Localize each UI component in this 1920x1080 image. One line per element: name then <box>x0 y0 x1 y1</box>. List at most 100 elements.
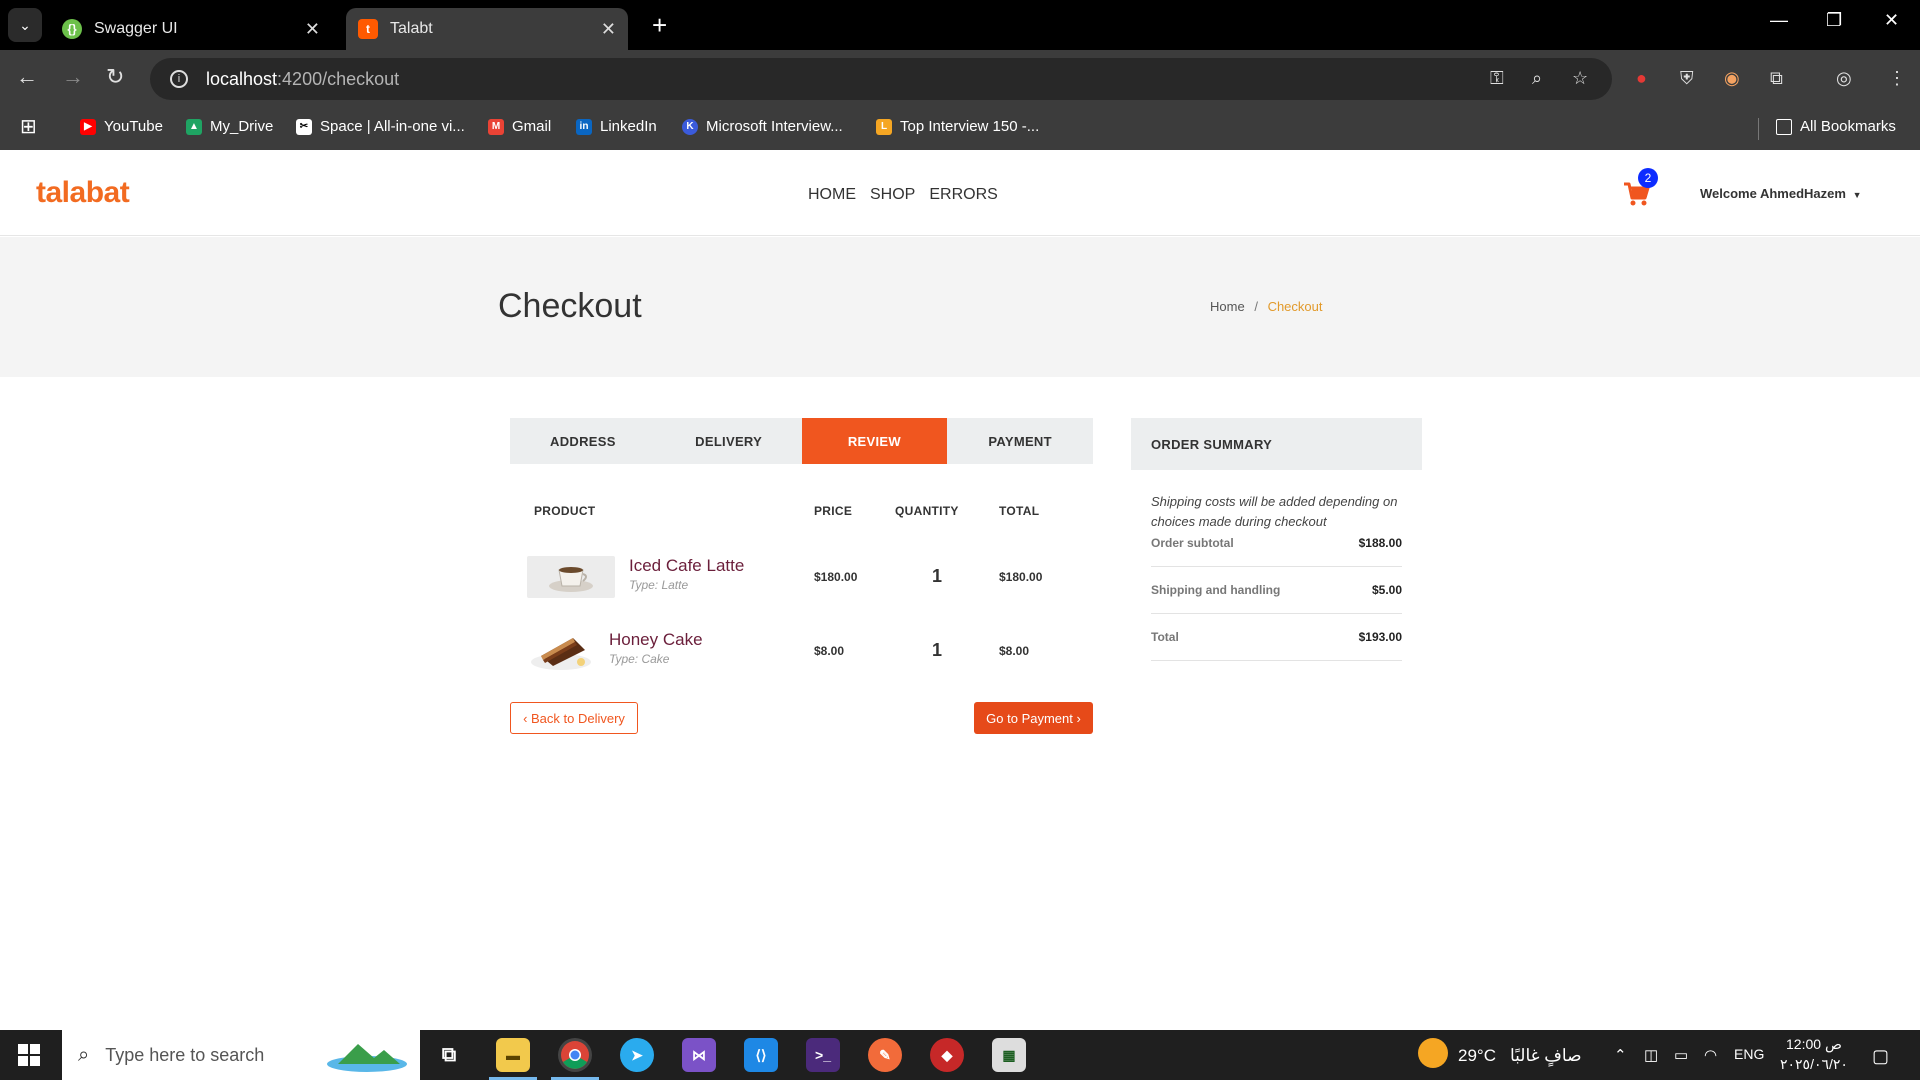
youtube-icon: ▶ <box>80 118 96 135</box>
file-explorer-icon[interactable]: ▬ <box>496 1038 530 1072</box>
breadcrumb-current: Checkout <box>1267 299 1323 314</box>
battery-icon[interactable]: ▭ <box>1674 1046 1688 1064</box>
step-address[interactable]: ADDRESS <box>510 418 656 464</box>
product-image[interactable] <box>527 630 595 672</box>
breadcrumb-separator: / <box>1254 299 1258 314</box>
tab-swagger[interactable]: {} Swagger UI ✕ <box>50 8 332 50</box>
nav-errors[interactable]: ERRORS <box>929 186 997 204</box>
all-bookmarks[interactable]: All Bookmarks <box>1776 118 1896 135</box>
sql-tool-icon[interactable]: ▦ <box>992 1038 1026 1072</box>
honey-cake-image <box>531 638 591 670</box>
back-to-delivery-button[interactable]: ‹ Back to Delivery <box>510 702 638 734</box>
kiwi-icon: K <box>682 118 698 135</box>
minimize-icon[interactable]: — <box>1770 10 1788 31</box>
extension-red-icon[interactable]: ● <box>1636 68 1647 89</box>
extension-face-icon[interactable]: ◉ <box>1724 68 1740 89</box>
tab-search-button[interactable]: ⌄ <box>8 8 42 42</box>
talabat-logo[interactable]: talabat <box>36 176 130 210</box>
drive-icon: ▲ <box>186 118 202 135</box>
window-close-icon[interactable]: ✕ <box>1884 10 1899 31</box>
breadcrumb: Home / Checkout <box>1210 299 1322 314</box>
bookmark-youtube[interactable]: ▶ YouTube <box>80 118 163 135</box>
bookmark-linkedin[interactable]: in LinkedIn <box>576 118 657 135</box>
notifications-icon[interactable]: ▢ <box>1872 1046 1889 1067</box>
clock-time[interactable]: 12:00 ص <box>1786 1036 1842 1053</box>
go-to-payment-button[interactable]: Go to Payment › <box>974 702 1093 734</box>
zoom-icon[interactable]: ⌕ <box>1532 68 1542 89</box>
weather-icon[interactable] <box>1418 1038 1448 1068</box>
bookmark-microsoft-interview[interactable]: K Microsoft Interview... <box>682 118 843 135</box>
header-quantity: QUANTITY <box>895 504 959 518</box>
folder-icon <box>1776 118 1792 135</box>
new-tab-icon[interactable]: + <box>652 10 667 41</box>
step-delivery[interactable]: DELIVERY <box>656 418 802 464</box>
close-icon[interactable]: ✕ <box>601 19 616 40</box>
summary-row-total: Total $193.00 <box>1151 614 1402 661</box>
bookmark-star-icon[interactable]: ☆ <box>1572 68 1588 89</box>
cart-count-badge: 2 <box>1638 168 1658 188</box>
terminal-icon[interactable]: >_ <box>806 1038 840 1072</box>
telegram-icon[interactable]: ➤ <box>620 1038 654 1072</box>
reload-icon[interactable]: ↻ <box>106 64 124 90</box>
close-icon[interactable]: ✕ <box>305 19 320 40</box>
wifi-icon[interactable]: ◠ <box>1704 1046 1717 1064</box>
password-key-icon[interactable]: ⚿ <box>1490 68 1504 89</box>
extensions-puzzle-icon[interactable]: ⧉ <box>1770 68 1783 89</box>
tray-chevron-icon[interactable]: ⌃ <box>1614 1046 1627 1064</box>
restore-icon[interactable]: ❐ <box>1826 10 1842 31</box>
chrome-logo <box>561 1041 589 1069</box>
clock-date[interactable]: ٢٠٢٥/٠٦/٢٠ <box>1780 1056 1848 1073</box>
product-quantity: 1 <box>932 566 943 586</box>
forward-arrow-icon[interactable]: → <box>62 64 84 90</box>
product-name[interactable]: Honey Cake <box>609 630 703 650</box>
bookmark-top-interview[interactable]: L Top Interview 150 -... <box>876 118 1039 135</box>
nav-home[interactable]: HOME <box>808 186 856 204</box>
linkedin-icon: in <box>576 118 592 135</box>
profile-avatar-icon[interactable]: ◎ <box>1836 68 1852 89</box>
summary-label: Total <box>1151 630 1179 644</box>
site-info-icon[interactable]: i <box>170 70 188 88</box>
windows-start-icon[interactable] <box>18 1044 40 1066</box>
redis-icon[interactable]: ◆ <box>930 1038 964 1072</box>
chrome-icon[interactable] <box>558 1038 592 1072</box>
product-type: Type: Cake <box>609 652 670 666</box>
user-menu-dropdown[interactable]: Welcome AhmedHazem ▼ <box>1700 186 1861 201</box>
nav-shop[interactable]: SHOP <box>870 186 915 204</box>
language-indicator[interactable]: ENG <box>1734 1046 1764 1062</box>
task-view-icon[interactable]: ⧉ <box>432 1038 466 1072</box>
page-hero: Checkout Home / Checkout <box>0 237 1920 377</box>
step-review[interactable]: REVIEW <box>801 418 948 464</box>
tab-title: Swagger UI <box>94 20 178 37</box>
taskbar-search-box[interactable]: ⌕ Type here to search <box>62 1030 420 1080</box>
product-image[interactable] <box>527 556 615 598</box>
product-quantity: 1 <box>932 640 943 660</box>
capcut-icon: ✂ <box>296 118 312 135</box>
product-name[interactable]: Iced Cafe Latte <box>629 556 744 576</box>
tab-talabt[interactable]: t Talabt ✕ <box>346 8 628 50</box>
bookmark-gmail[interactable]: M Gmail <box>488 118 551 135</box>
vscode-icon[interactable]: ⟨⟩ <box>744 1038 778 1072</box>
bookmark-label: My_Drive <box>210 118 274 135</box>
summary-value: $193.00 <box>1358 630 1402 644</box>
bookmark-label: YouTube <box>104 118 163 135</box>
order-summary: ORDER SUMMARY Shipping costs will be add… <box>1131 418 1422 661</box>
bookmark-my-drive[interactable]: ▲ My_Drive <box>186 118 273 135</box>
bookmark-label: Gmail <box>512 118 552 135</box>
visual-studio-icon[interactable]: ⋈ <box>682 1038 716 1072</box>
apps-grid-icon[interactable]: ⊞ <box>20 114 37 139</box>
bookmark-space[interactable]: ✂ Space | All-in-one vi... <box>296 118 465 135</box>
step-payment[interactable]: PAYMENT <box>947 418 1093 464</box>
camera-icon[interactable]: ◫ <box>1644 1046 1658 1064</box>
breadcrumb-home[interactable]: Home <box>1210 299 1245 314</box>
weather-description[interactable]: صافٍ غالبًا <box>1510 1046 1582 1066</box>
back-arrow-icon[interactable]: ← <box>16 64 38 90</box>
coffee-cup-image <box>549 567 593 592</box>
bookmarks-bar: ⊞ ▶ YouTube ▲ My_Drive ✂ Space | All-in-… <box>0 108 1920 150</box>
postman-icon[interactable]: ✎ <box>868 1038 902 1072</box>
menu-kebab-icon[interactable]: ⋮ <box>1888 68 1906 89</box>
weather-temp[interactable]: 29°C <box>1458 1046 1496 1066</box>
address-bar[interactable]: i localhost :4200/checkout <box>150 58 1612 100</box>
product-price: $8.00 <box>814 644 845 658</box>
extension-shield-icon[interactable]: ⛨ <box>1680 68 1694 89</box>
browser-tabstrip: ⌄ {} Swagger UI ✕ t Talabt ✕ + — ❐ ✕ <box>0 0 1920 50</box>
